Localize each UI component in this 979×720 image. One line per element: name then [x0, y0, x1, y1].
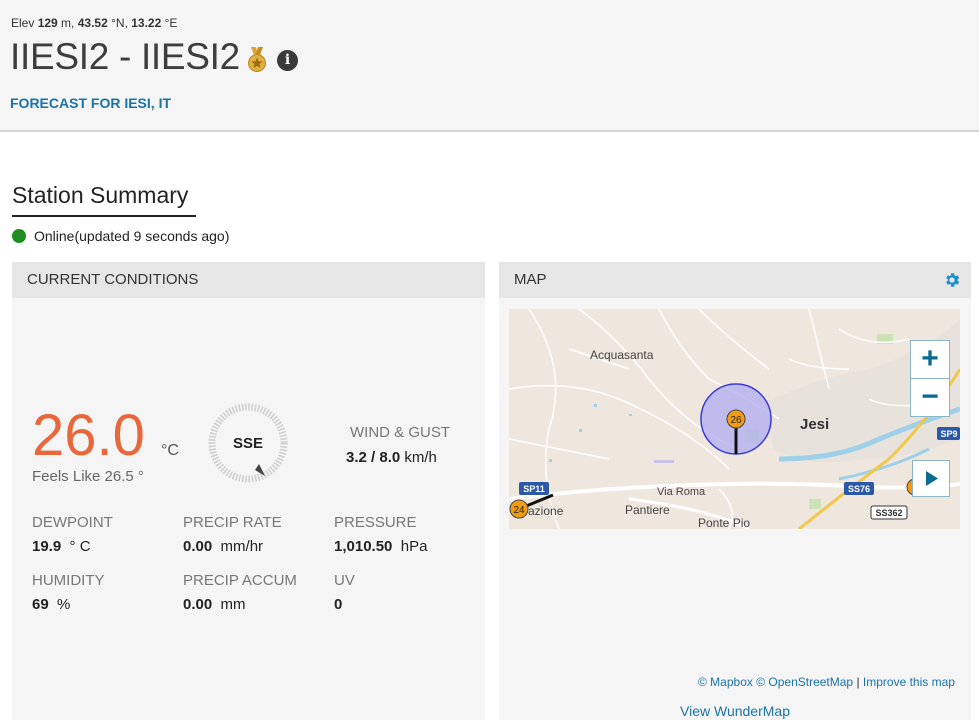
station-summary-title: Station Summary	[12, 182, 189, 208]
pressure-label: PRESSURE	[334, 514, 417, 531]
current-conditions-heading: CURRENT CONDITIONS	[12, 262, 485, 298]
lon-value: 13.22	[131, 16, 162, 30]
pressure-value: 1,010.50 hPa	[334, 538, 427, 555]
place-azione: azione	[528, 504, 564, 518]
station-header: Elev 129 m, 43.52 °N, 13.22 °E IIESI2 - …	[0, 0, 979, 132]
play-icon	[926, 471, 938, 486]
humidity-label: HUMIDITY	[32, 572, 105, 589]
feels-like: Feels Like 26.5 °	[32, 468, 144, 485]
station-marker-main[interactable]: 26	[730, 415, 742, 426]
place-ponte-pio: Ponte Pio	[698, 516, 750, 529]
place-jesi: Jesi	[800, 416, 829, 433]
uv-label: UV	[334, 572, 355, 589]
dewpoint-label: DEWPOINT	[32, 514, 113, 531]
dewpoint-unit: ° C	[69, 538, 91, 555]
map-panel: MAP 26 24 SP11 SS76 SP9 SS362 Acquasanta…	[499, 262, 971, 720]
attrib-improve-link[interactable]: Improve this map	[863, 675, 955, 689]
precip-rate-label: PRECIP RATE	[183, 514, 282, 531]
online-status-text: Online(updated 9 seconds ago)	[34, 228, 230, 244]
road-badge-ss76: SS76	[848, 484, 870, 494]
elev-unit: m,	[57, 16, 75, 30]
current-conditions-panel: CURRENT CONDITIONS 26.0 °C Feels Like 26…	[12, 262, 485, 720]
view-wundermap-link[interactable]: View WunderMap	[680, 703, 790, 719]
info-icon[interactable]: i	[277, 50, 298, 71]
temperature-value: 26.0	[32, 403, 145, 468]
precip-accum-label: PRECIP ACCUM	[183, 572, 297, 589]
precip-rate-unit: mm/hr	[220, 538, 264, 555]
road-badge-sp11: SP11	[523, 484, 545, 494]
elevation-coordinates: Elev 129 m, 43.52 °N, 13.22 °E	[11, 16, 177, 30]
forecast-link[interactable]: FORECAST FOR IESI, IT	[10, 95, 171, 111]
dewpoint-value: 19.9 ° C	[32, 538, 91, 555]
precip-accum-number: 0.00	[183, 596, 213, 613]
wind-gust-value: 3.2 / 8.0 km/h	[346, 449, 437, 466]
lat-value: 43.52	[77, 16, 108, 30]
wind-gust-label: WIND & GUST	[350, 424, 450, 441]
wind-direction: SSE	[233, 435, 263, 452]
map-tiles: 26 24 SP11 SS76 SP9 SS362 Acquasanta Jes…	[509, 309, 960, 529]
place-via-roma: Via Roma	[657, 486, 706, 498]
humidity-value: 69 %	[32, 596, 70, 613]
precip-rate-value: 0.00 mm/hr	[183, 538, 263, 555]
uv-number: 0	[334, 596, 343, 613]
humidity-unit: %	[57, 596, 71, 613]
elev-value: 129	[37, 16, 58, 30]
road-badge-sp9: SP9	[940, 429, 957, 439]
pressure-number: 1,010.50	[334, 538, 393, 555]
dewpoint-number: 19.9	[32, 538, 62, 555]
medal-icon[interactable]	[247, 47, 267, 73]
attrib-separator: |	[853, 675, 863, 689]
place-acquasanta: Acquasanta	[590, 348, 654, 362]
map-attribution: © Mapbox © OpenStreetMap | Improve this …	[698, 675, 955, 689]
summary-underline	[12, 215, 196, 217]
road-badge-ss362: SS362	[875, 508, 902, 518]
wind-compass-icon: SSE	[208, 403, 288, 483]
pressure-unit: hPa	[400, 538, 428, 555]
station-title: IIESI2 - IIESI2	[10, 36, 240, 77]
station-marker-left[interactable]: 24	[513, 505, 525, 516]
wind-speed: 3.2	[346, 449, 367, 466]
lat-unit: °N,	[107, 16, 128, 30]
elev-prefix: Elev	[11, 16, 35, 30]
wind-unit: km/h	[400, 449, 437, 466]
humidity-number: 69	[32, 596, 49, 613]
map-heading: MAP	[499, 262, 971, 298]
precip-accum-value: 0.00 mm	[183, 596, 246, 613]
gear-icon[interactable]	[943, 271, 961, 289]
wind-gust: / 8.0	[366, 449, 401, 466]
attrib-mapbox-link[interactable]: © Mapbox	[698, 675, 753, 689]
zoom-control: + −	[910, 340, 950, 417]
play-button[interactable]	[912, 460, 950, 497]
zoom-out-button[interactable]: −	[911, 379, 949, 416]
attrib-osm-link[interactable]: © OpenStreetMap	[756, 675, 853, 689]
precip-rate-number: 0.00	[183, 538, 213, 555]
zoom-in-button[interactable]: +	[911, 341, 949, 378]
temperature-unit: °C	[161, 442, 179, 459]
station-map[interactable]: 26 24 SP11 SS76 SP9 SS362 Acquasanta Jes…	[509, 309, 960, 529]
place-pantiere: Pantiere	[625, 503, 670, 517]
precip-accum-unit: mm	[220, 596, 246, 613]
uv-value: 0	[334, 596, 342, 613]
lon-unit: °E	[161, 16, 178, 30]
online-status-icon	[12, 229, 26, 243]
